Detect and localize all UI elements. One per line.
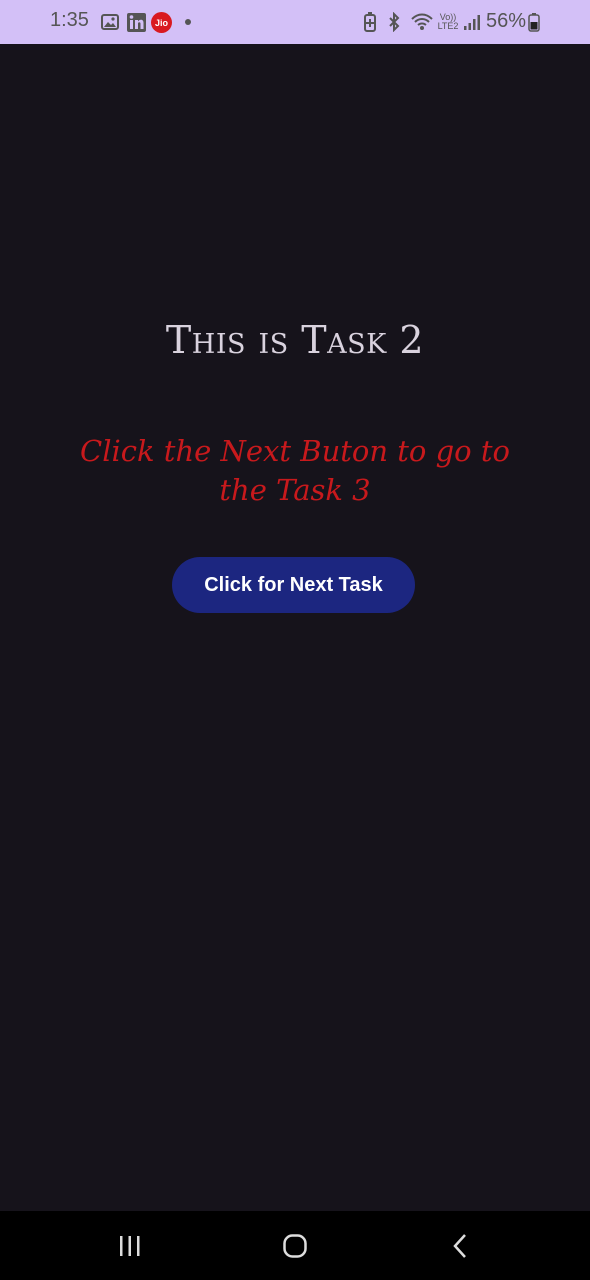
status-time: 1:35 bbox=[50, 9, 89, 31]
instruction-text: Click the Next Buton to go to the Task 3 bbox=[80, 434, 510, 507]
next-task-button[interactable]: Click for Next Task bbox=[172, 557, 415, 613]
wifi-icon bbox=[410, 12, 434, 32]
home-icon[interactable] bbox=[275, 1233, 315, 1259]
battery-icon bbox=[527, 12, 541, 32]
gallery-icon bbox=[100, 12, 120, 32]
recents-icon[interactable] bbox=[110, 1233, 150, 1259]
volte-icon: Vo)) LTE2 bbox=[437, 12, 459, 31]
battery-saver-icon bbox=[362, 12, 378, 32]
battery-percent: 56% bbox=[486, 10, 527, 32]
back-icon[interactable] bbox=[440, 1233, 480, 1259]
jio-icon: Jio bbox=[151, 11, 172, 33]
dot-icon bbox=[183, 12, 193, 32]
navigation-bar bbox=[0, 1211, 590, 1280]
page-title: This is Task 2 bbox=[165, 318, 425, 362]
app-screen bbox=[0, 44, 590, 1211]
status-bar: 1:35 Jio Vo)) LTE2 56% bbox=[0, 0, 590, 44]
signal-icon bbox=[462, 12, 482, 32]
linkedin-icon bbox=[126, 12, 146, 32]
jio-label: Jio bbox=[155, 18, 169, 28]
bluetooth-icon bbox=[386, 12, 402, 32]
